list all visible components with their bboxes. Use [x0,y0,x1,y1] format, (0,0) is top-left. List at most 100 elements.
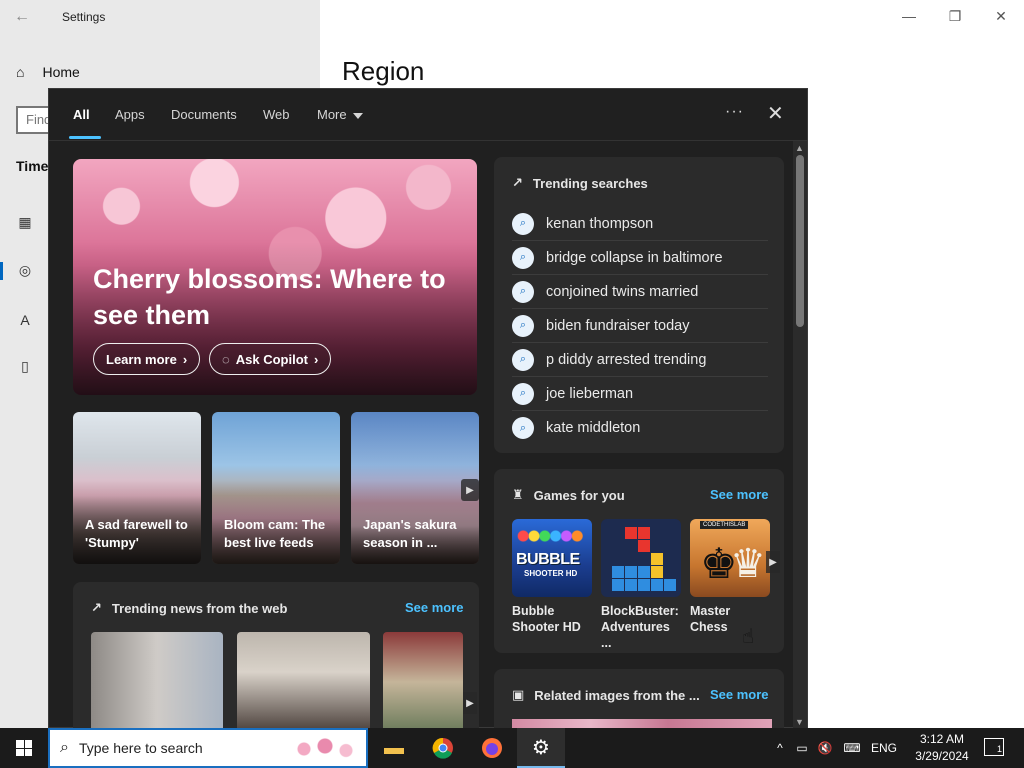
block [625,579,637,591]
close-window-icon[interactable]: ✕ [978,0,1024,32]
firefox-icon[interactable] [468,728,516,768]
trending-search-item[interactable]: ⌕ kate middleton [512,411,768,445]
game-tile[interactable]: BlockBuster: Adventures ... [601,519,681,651]
tab-more[interactable]: More [317,107,363,122]
chevron-up-icon[interactable]: ^ [770,741,790,755]
scroll-down-icon[interactable]: ▼ [795,717,804,727]
block [651,566,663,578]
calendar-clock-icon[interactable]: ▦ [16,214,34,232]
next-arrow-icon[interactable]: ▶ [766,551,780,573]
globe-icon[interactable]: ◎ [16,262,34,280]
close-flyout-icon[interactable]: ✕ [767,101,784,126]
trending-search-item[interactable]: ⌕ bridge collapse in baltimore [512,241,768,275]
tab-documents[interactable]: Documents [171,107,237,122]
home-label: Home [42,64,80,80]
game-name: Master Chess [690,604,731,634]
taskbar-search-box[interactable]: ⌕ Type here to search [48,728,368,768]
game-badge: CODETHISLAB [700,521,749,529]
block [651,553,663,565]
block [625,527,637,539]
more-options-icon[interactable]: ··· [725,103,744,121]
block [638,540,650,552]
block [625,566,637,578]
settings-gear-icon[interactable]: ⚙ [517,728,565,768]
next-arrow-icon[interactable]: ▶ [463,692,477,714]
taskbar-search-placeholder: Type here to search [78,740,203,756]
file-explorer-icon[interactable]: ▬ [370,728,418,768]
news-thumbnail-3[interactable]: Japan's sakura season in ... [351,412,479,564]
trending-arrow-icon: ↗ [91,600,102,615]
tab-more-label: More [317,107,347,122]
scroll-thumb[interactable] [796,155,804,327]
maximize-icon[interactable]: ❐ [932,0,978,32]
trending-search-item[interactable]: ⌕ kenan thompson [512,207,768,241]
game-tile[interactable]: CODETHISLAB ♚ ♛ Master Chess [690,519,770,635]
game-name: Bubble Shooter HD [512,604,581,634]
game-tile[interactable]: BUBBLE SHOOTER HD Bubble Shooter HD [512,519,592,635]
sidebar-item-home[interactable]: ⌂ Home [16,64,80,80]
page-title: Region [342,56,425,86]
news-thumbnail-2[interactable]: Bloom cam: The best live feeds [212,412,340,564]
trending-news-header: ↗ Trending news from the web [91,600,287,616]
search-icon: ⌕ [512,382,534,405]
notification-center-icon[interactable]: 1 [984,738,1004,756]
trending-search-item[interactable]: ⌕ biden fundraiser today [512,309,768,343]
search-icon: ⌕ [512,314,534,337]
game-image [601,519,681,597]
network-icon[interactable]: ▭ [790,741,814,755]
chrome-icon[interactable] [419,728,467,768]
hero-title: Cherry blossoms: Where to see them [93,264,446,330]
see-more-link[interactable]: See more [710,687,769,702]
block [638,527,650,539]
see-more-link[interactable]: See more [710,487,769,502]
trending-search-item[interactable]: ⌕ conjoined twins married [512,275,768,309]
block [664,579,676,591]
firefox-logo [482,738,502,758]
trending-search-item[interactable]: ⌕ p diddy arrested trending [512,343,768,377]
block [612,566,624,578]
search-icon: ⌕ [512,212,534,235]
chrome-logo [432,737,453,759]
trending-search-item[interactable]: ⌕ joe lieberman [512,377,768,411]
settings-window-title: Settings [62,10,106,24]
news-thumbnail-1[interactable]: A sad farewell to 'Stumpy' [73,412,201,564]
news-image[interactable] [237,632,370,729]
game-image: CODETHISLAB ♚ ♛ [690,519,770,597]
taskbar-clock[interactable]: 3:12 AM 3/29/2024 [910,731,974,765]
learn-more-button[interactable]: Learn more › [93,343,201,375]
flyout-scrollbar[interactable]: ▲ ▼ [793,141,807,729]
tab-all[interactable]: All [73,107,90,122]
microphone-icon[interactable]: ▯ [16,358,34,376]
minimize-icon[interactable]: — [886,0,932,32]
related-images-heading: Related images from the ... [534,687,700,703]
windows-logo-icon [16,740,32,756]
trending-news-heading: Trending news from the web [111,600,288,616]
back-arrow-icon[interactable]: ← [14,8,30,26]
volume-muted-icon[interactable]: 🔇 [814,741,836,755]
news-image[interactable] [91,632,223,729]
tab-apps[interactable]: Apps [115,107,145,122]
search-flyout: All Apps Documents Web More ··· ✕ Cherry… [48,88,808,729]
tab-web[interactable]: Web [263,107,290,122]
trending-search-text: conjoined twins married [546,283,699,300]
block [638,579,650,591]
taskbar: ⌕ Type here to search ▬ ⚙ ^ ▭ 🔇 ⌨ ENG 3:… [0,728,1024,768]
bubbles-art [516,523,588,549]
games-header: ♜ Games for you [512,487,625,503]
trending-searches-heading: Trending searches [532,175,648,191]
caret-down-icon [352,112,363,119]
hand-cursor-icon: ☝ [742,626,755,648]
start-button[interactable] [0,728,48,768]
news-image[interactable] [383,632,463,729]
language-indicator[interactable]: ENG [868,741,900,755]
next-arrow-icon[interactable]: ▶ [461,479,479,501]
keyboard-icon[interactable]: ⌨ [836,741,868,755]
game-logo-text: BUBBLE [516,551,580,568]
chat-bubble-icon: ◌ [222,351,230,367]
see-more-link[interactable]: See more [405,600,464,615]
scroll-up-icon[interactable]: ▲ [795,143,804,153]
search-icon: ⌕ [512,417,534,439]
language-icon[interactable]: A [16,312,34,330]
hero-card[interactable]: Cherry blossoms: Where to see them Learn… [73,159,477,395]
ask-copilot-button[interactable]: ◌ Ask Copilot › [209,343,332,375]
